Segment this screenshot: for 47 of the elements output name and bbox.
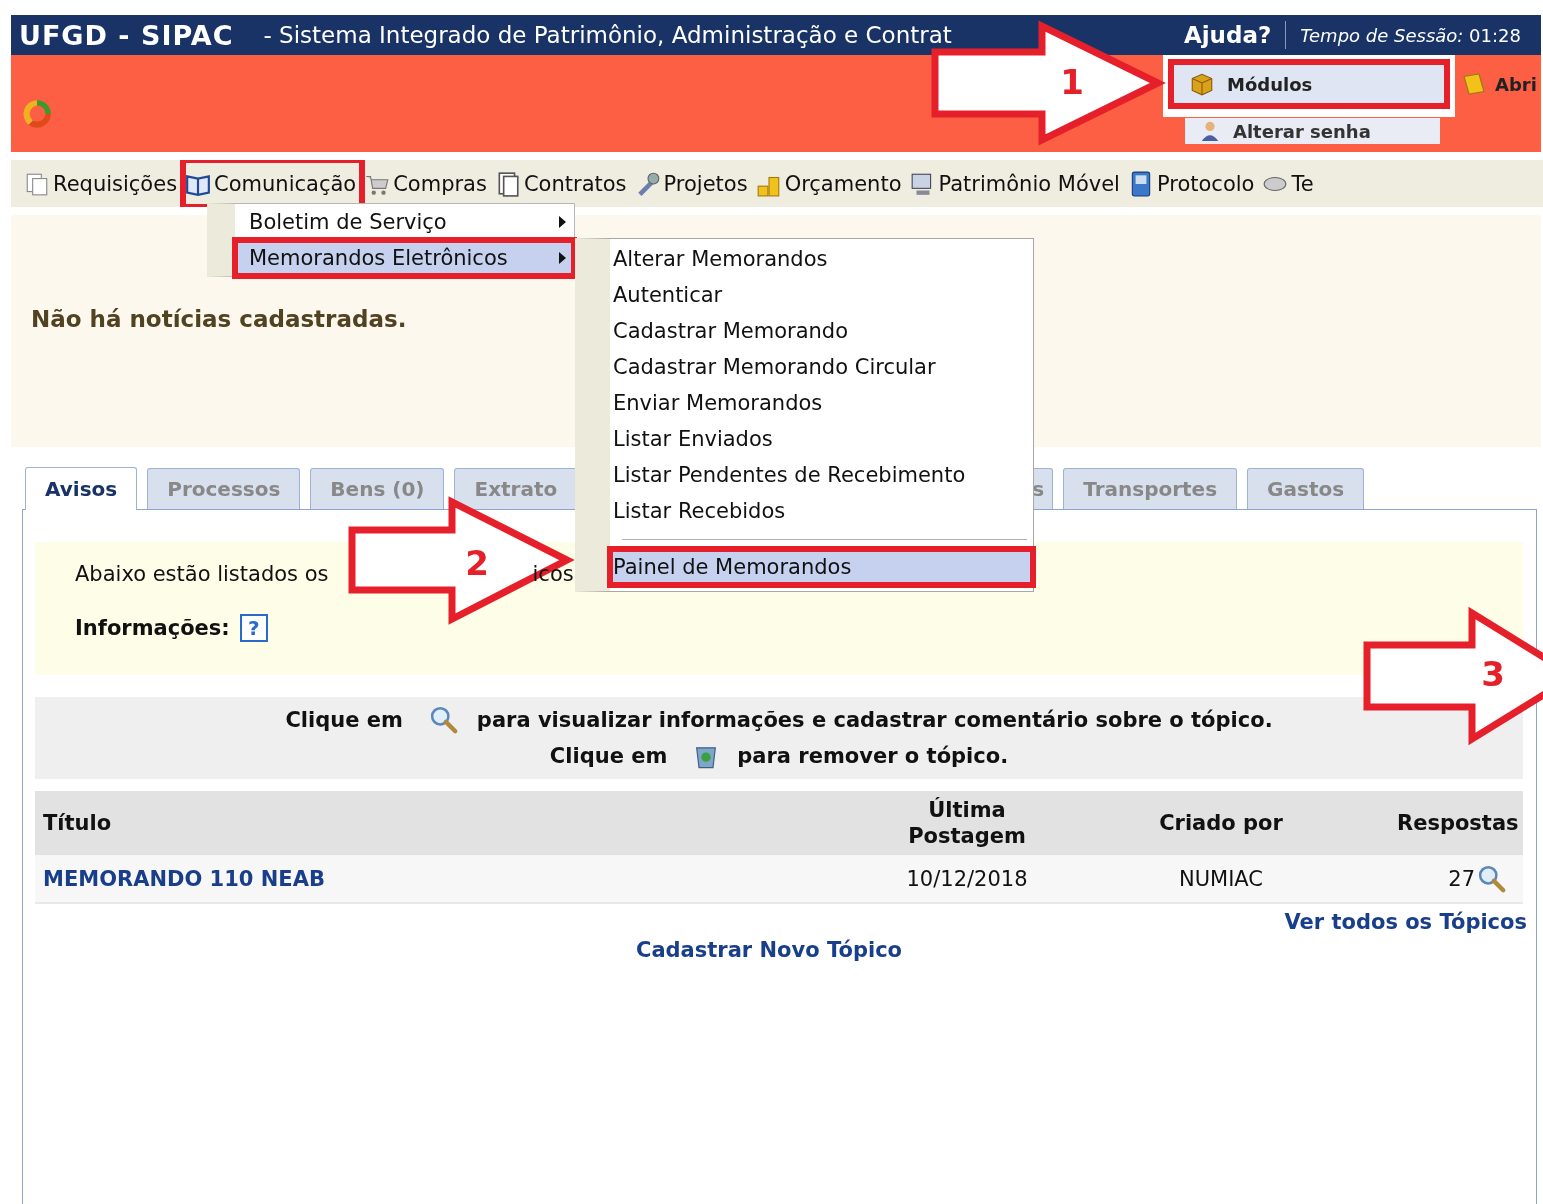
open-link[interactable]: Abri: [1459, 69, 1537, 99]
step-number: 2: [465, 543, 489, 583]
instruction-text: para remover o tópico.: [737, 744, 1009, 768]
user-menu-item[interactable]: Módulos: [1171, 62, 1447, 106]
submenu-item[interactable]: Enviar Memorandos: [610, 385, 1033, 421]
menu-item[interactable]: Orçamento: [753, 160, 908, 207]
menu-item[interactable]: Compras: [362, 160, 493, 207]
user-menu-item[interactable]: Alterar senha: [1185, 118, 1440, 144]
instruction-text: para visualizar informações e cadastrar comentário sobre o tópico.: [476, 708, 1273, 732]
menu-item[interactable]: Projetos: [632, 160, 754, 207]
all-topics-link[interactable]: Ver todos os Tópicos: [1284, 910, 1527, 934]
system-subtitle: - Sistema Integrado de Patrimônio, Administração e Contrat: [263, 22, 952, 48]
menu-item[interactable]: Contratos: [492, 160, 633, 207]
table-cell: 10/12/2018: [906, 866, 1028, 891]
submenu-item[interactable]: Cadastrar Memorando: [610, 313, 1033, 349]
help-icon[interactable]: ?: [239, 614, 268, 642]
step-number: 1: [1060, 62, 1084, 102]
column-header: Criado por: [1063, 791, 1379, 855]
menu-item[interactable]: Protocolo: [1125, 160, 1261, 207]
submenu-item[interactable]: Autenticar: [610, 277, 1033, 313]
instruction-text: Clique em: [285, 708, 403, 732]
help-link[interactable]: Ajuda?: [1183, 22, 1272, 48]
system-title: UFGD - SIPAC: [18, 19, 234, 51]
submenu-item[interactable]: Alterar Memorandos: [610, 241, 1033, 277]
menu-item[interactable]: Comunicação: [183, 160, 363, 207]
column-header: Última Postagem: [871, 791, 1063, 855]
column-header: Respostas: [1379, 791, 1523, 855]
submenu-item[interactable]: Painel de Memorandos: [610, 549, 1033, 585]
info-label: Informações:: [75, 616, 230, 640]
instruction-text: Clique em: [549, 744, 668, 768]
news-message: Não há notícias cadastradas.: [31, 306, 407, 332]
table-cell: 27: [1448, 866, 1475, 891]
menu-item[interactable]: Te: [1260, 160, 1320, 207]
table-cell: NUMIAC: [1178, 866, 1264, 891]
info-text: Abaixo estão listados os: [75, 562, 329, 586]
column-header: Título: [35, 791, 871, 855]
menu-item[interactable]: Patrimônio Móvel: [907, 160, 1126, 207]
submenu-item[interactable]: Cadastrar Memorando Circular: [610, 349, 1033, 385]
tab[interactable]: Avisos: [25, 467, 138, 510]
submenu-item[interactable]: Listar Enviados: [610, 421, 1033, 457]
new-topic-link[interactable]: Cadastrar Novo Tópico: [636, 938, 902, 962]
dropdown-item[interactable]: Memorandos Eletrônicos: [235, 240, 574, 276]
menu-item[interactable]: Requisições: [22, 160, 184, 207]
topic-link[interactable]: MEMORANDO 110 NEAB: [43, 866, 325, 891]
dropdown-item[interactable]: Boletim de Serviço: [235, 204, 574, 240]
step-number: 3: [1481, 654, 1505, 694]
session-timer: Tempo de Sessão: 01:28: [1300, 24, 1522, 46]
